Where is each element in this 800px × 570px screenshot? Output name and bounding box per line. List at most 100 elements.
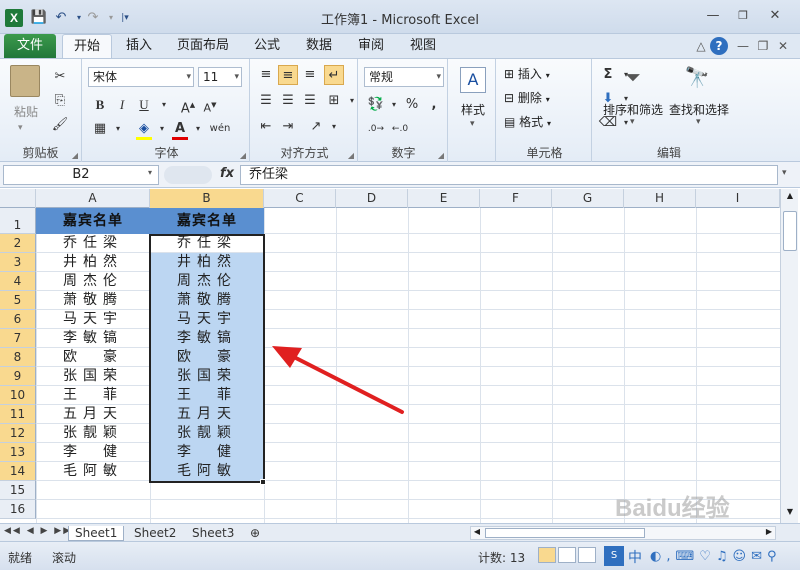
- styles-icon[interactable]: A: [460, 67, 486, 93]
- collapse-ribbon-icon[interactable]: △: [692, 37, 710, 55]
- underline-button[interactable]: U: [134, 95, 154, 115]
- format-cells-button[interactable]: ▤ 格式 ▾: [504, 113, 551, 130]
- styles-dropdown-icon[interactable]: ▾: [470, 119, 475, 129]
- sheet-tab-2[interactable]: Sheet2: [128, 526, 182, 541]
- formula-input[interactable]: 乔任梁: [240, 165, 778, 185]
- align-bottom-icon[interactable]: ≡: [300, 65, 320, 85]
- ime-mode-indicator[interactable]: 中: [628, 547, 642, 567]
- cell-a[interactable]: 李 健: [36, 443, 150, 462]
- merge-center-icon[interactable]: ⊞: [324, 91, 344, 111]
- column-header-h[interactable]: H: [624, 189, 696, 208]
- cell-a[interactable]: 张靓颖: [36, 424, 150, 443]
- cell-a[interactable]: 五月天: [36, 405, 150, 424]
- accounting-dropdown-icon[interactable]: ▾: [384, 95, 404, 115]
- cell-a[interactable]: 张国荣: [36, 367, 150, 386]
- orientation-dropdown-icon[interactable]: ▾: [324, 117, 344, 137]
- cell-b[interactable]: 王 菲: [150, 386, 264, 405]
- cell-b[interactable]: 毛阿敏: [150, 462, 264, 481]
- column-header-i[interactable]: I: [696, 189, 780, 208]
- cell-b[interactable]: 马天宇: [150, 310, 264, 329]
- row-header[interactable]: 1: [0, 208, 36, 234]
- scroll-left-icon[interactable]: ◀: [471, 527, 483, 536]
- active-cell-b2[interactable]: 乔任梁: [150, 234, 264, 253]
- decrease-indent-icon[interactable]: ⇤: [256, 117, 276, 137]
- name-box[interactable]: B2: [3, 165, 159, 185]
- autosum-button[interactable]: Σ: [598, 65, 618, 85]
- cell-b[interactable]: 张国荣: [150, 367, 264, 386]
- insert-cells-button[interactable]: ⊞ 插入 ▾: [504, 65, 550, 82]
- column-header-c[interactable]: C: [264, 189, 336, 208]
- tab-data[interactable]: 数据: [298, 34, 340, 58]
- sort-filter-icon[interactable]: ⏷: [620, 65, 646, 93]
- alignment-launcher-icon[interactable]: ◢: [348, 151, 354, 160]
- row-header[interactable]: 11: [0, 405, 36, 424]
- percent-button[interactable]: %: [402, 95, 422, 115]
- font-color-dropdown-icon[interactable]: ▾: [188, 119, 208, 139]
- align-center-icon[interactable]: ☰: [278, 91, 298, 111]
- merge-dropdown-icon[interactable]: ▾: [342, 91, 362, 111]
- insert-cells-dropdown-icon[interactable]: ▾: [546, 71, 550, 80]
- increase-indent-icon[interactable]: ⇥: [278, 117, 298, 137]
- column-header-d[interactable]: D: [336, 189, 408, 208]
- format-cells-dropdown-icon[interactable]: ▾: [547, 119, 551, 128]
- page-break-view-icon[interactable]: [578, 547, 596, 563]
- column-header-g[interactable]: G: [552, 189, 624, 208]
- scroll-right-icon[interactable]: ▶: [763, 527, 775, 536]
- phonetic-icon[interactable]: wén: [208, 119, 232, 139]
- number-launcher-icon[interactable]: ◢: [438, 151, 444, 160]
- row-header[interactable]: 14: [0, 462, 36, 481]
- row-header[interactable]: 9: [0, 367, 36, 386]
- horizontal-scroll-thumb[interactable]: [485, 528, 645, 538]
- fill-handle[interactable]: [260, 479, 266, 485]
- cell-a[interactable]: 王 菲: [36, 386, 150, 405]
- workbook-minimize-icon[interactable]: —: [734, 37, 752, 55]
- cell-a[interactable]: 萧敬腾: [36, 291, 150, 310]
- row-header[interactable]: 8: [0, 348, 36, 367]
- delete-cells-dropdown-icon[interactable]: ▾: [546, 95, 550, 104]
- format-painter-icon[interactable]: 🖌: [50, 115, 70, 135]
- grow-font-icon[interactable]: A▲: [178, 95, 198, 116]
- italic-button[interactable]: I: [112, 95, 132, 115]
- name-box-dropdown-icon[interactable]: ▾: [148, 168, 152, 177]
- font-name-dropdown-icon[interactable]: ▾: [186, 68, 191, 86]
- decrease-decimal-icon[interactable]: ←.0: [390, 119, 410, 139]
- vertical-scroll-thumb[interactable]: [783, 211, 797, 251]
- bold-button[interactable]: B: [90, 95, 110, 115]
- cell-b[interactable]: 欧 豪: [150, 348, 264, 367]
- row-header[interactable]: 16: [0, 500, 36, 519]
- scroll-up-icon[interactable]: ▲: [783, 191, 797, 205]
- cell-b[interactable]: 张靓颖: [150, 424, 264, 443]
- workbook-restore-icon[interactable]: ❐: [754, 37, 772, 55]
- find-select-dropdown-icon[interactable]: ▾: [696, 117, 701, 127]
- new-sheet-icon[interactable]: ⊕: [244, 526, 266, 541]
- workbook-close-icon[interactable]: ✕: [774, 37, 792, 55]
- tab-file[interactable]: 文件: [4, 34, 56, 58]
- help-icon[interactable]: ?: [710, 37, 728, 55]
- row-header[interactable]: 12: [0, 424, 36, 443]
- comma-button[interactable]: ,: [424, 95, 444, 115]
- clipboard-launcher-icon[interactable]: ◢: [72, 151, 78, 160]
- underline-dropdown-icon[interactable]: ▾: [154, 95, 174, 115]
- cell-b[interactable]: 李 健: [150, 443, 264, 462]
- wrap-text-icon[interactable]: ↵: [324, 65, 344, 85]
- delete-cells-button[interactable]: ⊟ 删除 ▾: [504, 89, 550, 106]
- expand-formula-bar-icon[interactable]: ▾: [782, 168, 787, 178]
- insert-function-button[interactable]: fx: [220, 166, 234, 181]
- number-format-combo[interactable]: 常规 ▾: [364, 67, 444, 87]
- minimize-icon[interactable]: —: [700, 6, 726, 26]
- cell-a[interactable]: 井柏然: [36, 253, 150, 272]
- cell-b[interactable]: 五月天: [150, 405, 264, 424]
- row-header[interactable]: 4: [0, 272, 36, 291]
- normal-view-icon[interactable]: [538, 547, 556, 563]
- column-header-a[interactable]: A: [36, 189, 150, 208]
- sheet-tab-1[interactable]: Sheet1: [68, 526, 125, 541]
- scroll-down-icon[interactable]: ▼: [783, 507, 797, 521]
- cut-icon[interactable]: ✂: [50, 67, 70, 87]
- borders-icon[interactable]: ▦: [90, 119, 110, 139]
- number-format-dropdown-icon[interactable]: ▾: [436, 68, 441, 86]
- shrink-font-icon[interactable]: A▼: [200, 95, 220, 115]
- find-select-button[interactable]: 查找和选择: [666, 101, 732, 118]
- row-header[interactable]: 10: [0, 386, 36, 405]
- paste-dropdown-icon[interactable]: ▾: [18, 123, 23, 133]
- orientation-icon[interactable]: ↗: [306, 117, 326, 137]
